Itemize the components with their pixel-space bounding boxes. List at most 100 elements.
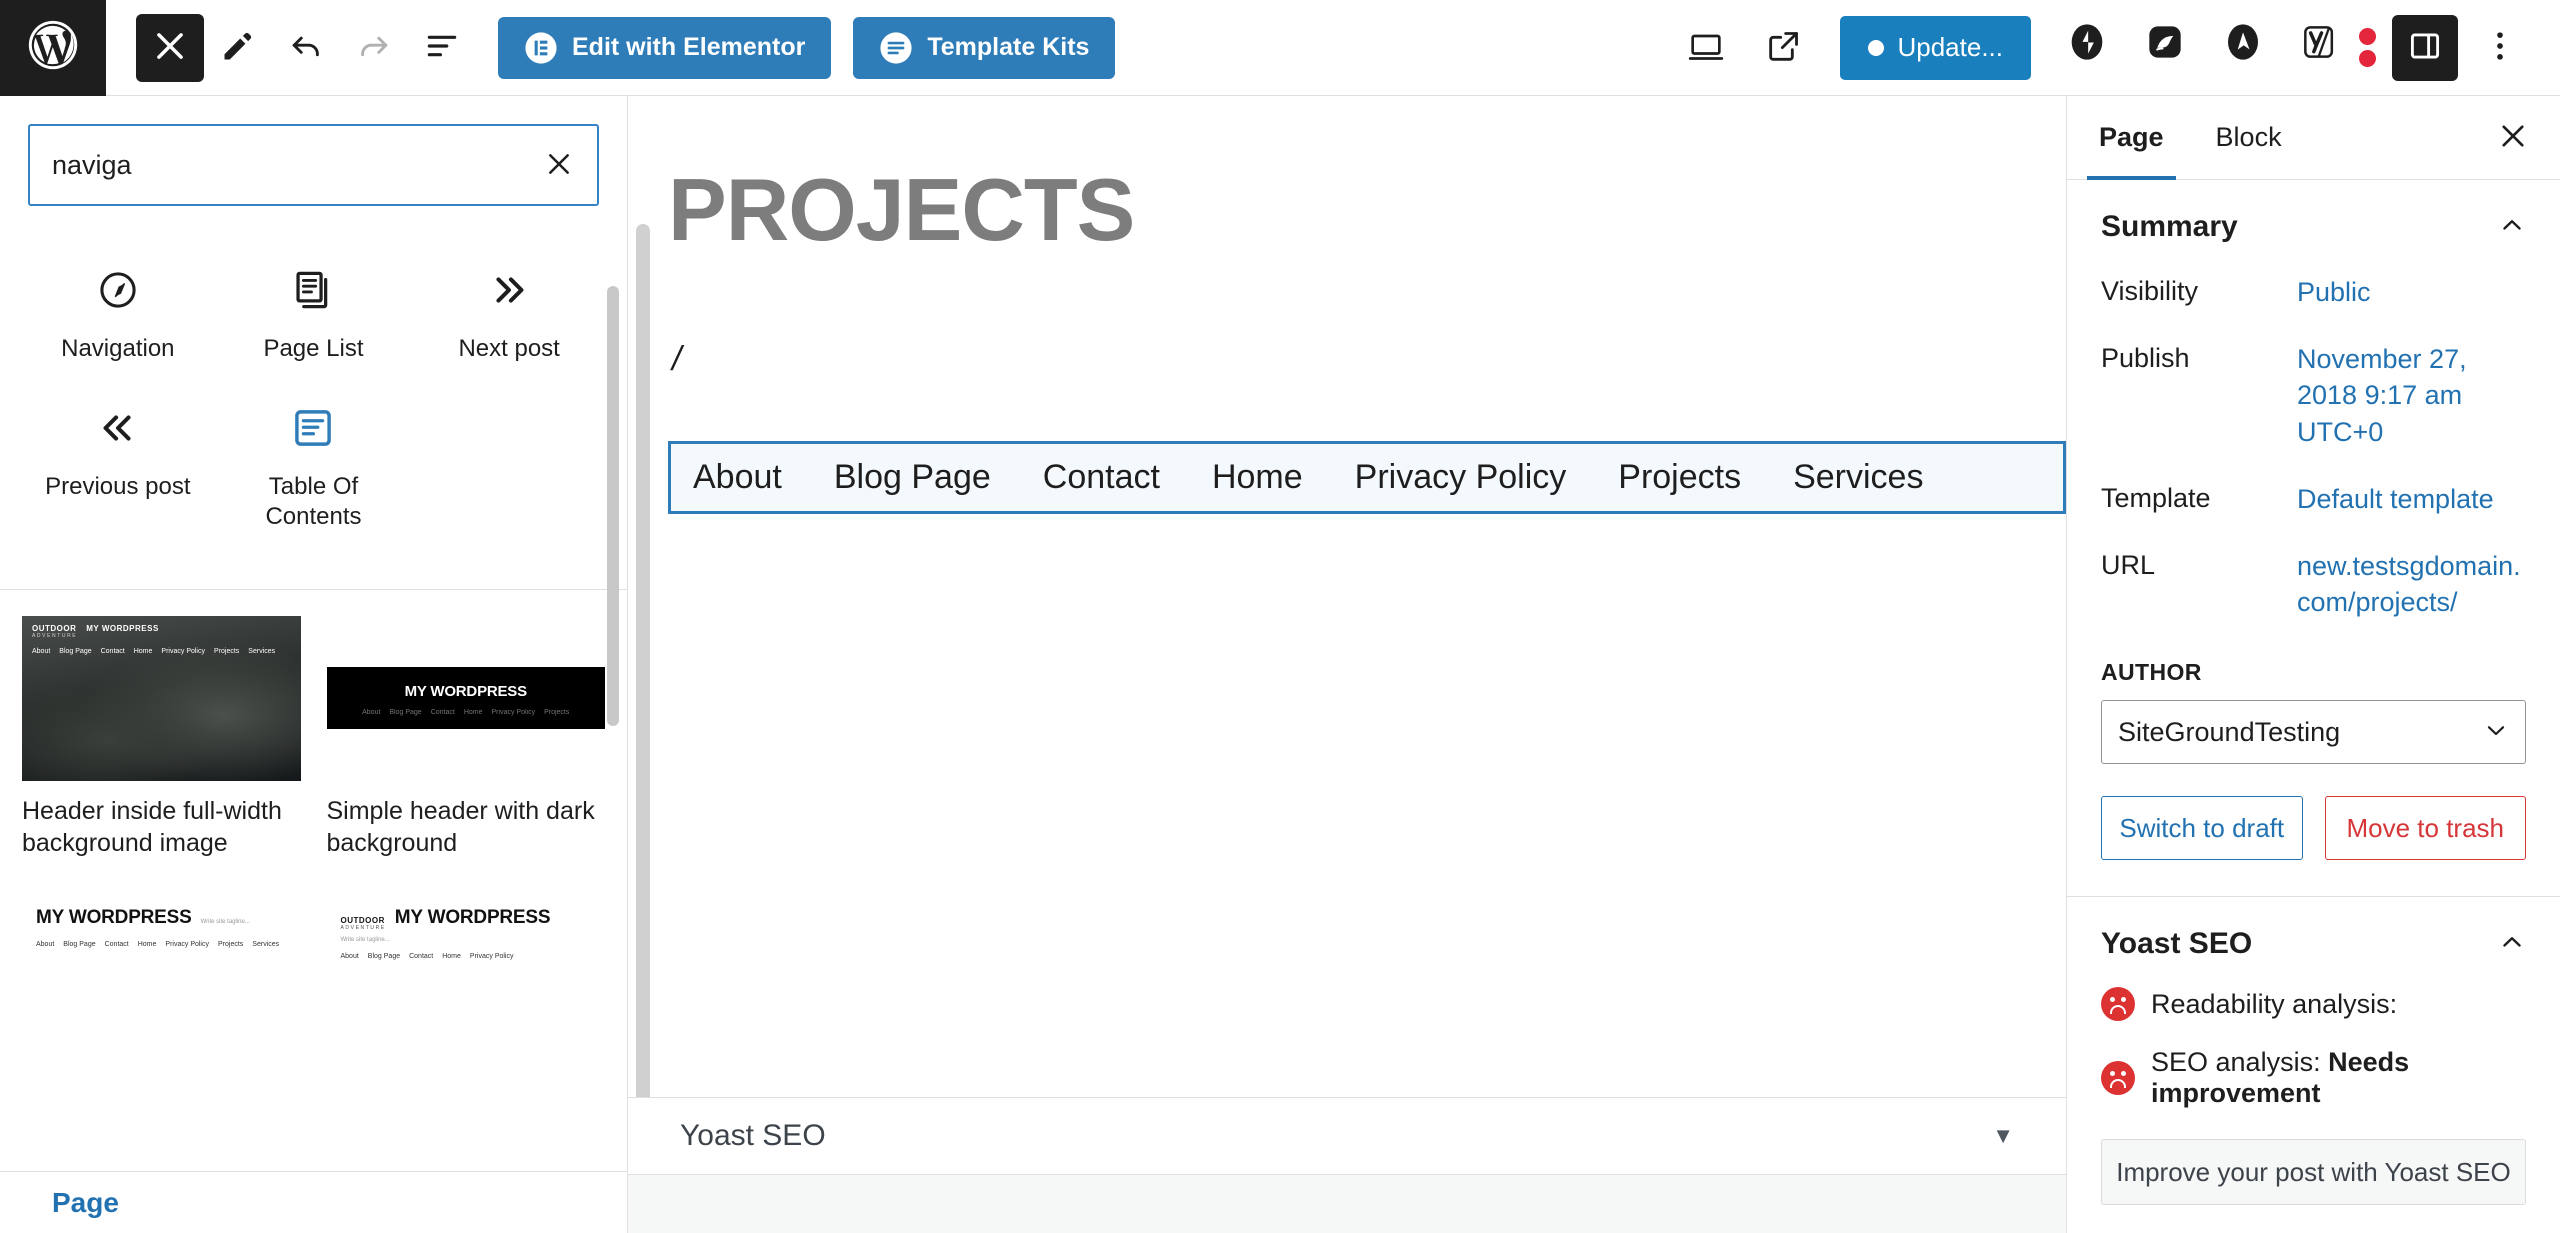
author-field-label: AUTHOR bbox=[2101, 659, 2202, 686]
undo-button[interactable] bbox=[272, 14, 340, 82]
pattern-preview-kicker-sub: ADVENTURE bbox=[32, 632, 78, 639]
summary-value-template[interactable]: Default template bbox=[2297, 481, 2494, 518]
update-button[interactable]: Update... bbox=[1840, 15, 2031, 80]
pattern-nav-item: Blog Page bbox=[63, 940, 96, 948]
summary-value-url[interactable]: new.testsgdomain.com/projects/ bbox=[2297, 548, 2526, 621]
move-to-trash-button[interactable]: Move to trash bbox=[2324, 796, 2526, 861]
settings-sidebar: Page Block Summary Visibility Public Pub… bbox=[2066, 96, 2560, 1233]
inserter-search-area bbox=[0, 96, 627, 206]
block-item-page-list[interactable]: Page List bbox=[216, 244, 412, 382]
nav-link-home[interactable]: Home bbox=[1212, 458, 1303, 497]
tab-page[interactable]: Page bbox=[2073, 96, 2190, 180]
pattern-nav-item: Contact bbox=[409, 952, 434, 960]
template-kits-label: Template Kits bbox=[927, 33, 1090, 61]
yoast-indicator[interactable] bbox=[2285, 12, 2376, 84]
pattern-preview-nav: About Blog Page Contact Home Privacy Pol… bbox=[341, 709, 592, 716]
yoast-status-dot-seo bbox=[2359, 50, 2376, 67]
pattern-item[interactable]: MY WORDPRESS Write site tagline... About… bbox=[22, 876, 301, 1056]
nav-link-privacy-policy[interactable]: Privacy Policy bbox=[1355, 458, 1567, 497]
breadcrumb-page[interactable]: Page bbox=[52, 1187, 119, 1219]
tab-block[interactable]: Block bbox=[2190, 96, 2308, 180]
pattern-nav-item: About bbox=[36, 940, 55, 948]
preview-device-button[interactable] bbox=[1670, 12, 1742, 84]
yoast-button[interactable] bbox=[2285, 12, 2357, 84]
block-item-navigation[interactable]: Navigation bbox=[20, 244, 216, 382]
summary-row-publish: Publish November 27, 2018 9:17 am UTC+0 bbox=[2101, 341, 2526, 451]
list-view-button[interactable] bbox=[408, 14, 476, 82]
pencil-icon bbox=[219, 27, 257, 68]
pattern-item[interactable]: OUTDOOR ADVENTURE MY WORDPRESS Write sit… bbox=[326, 876, 605, 1056]
unsaved-changes-dot-icon bbox=[1868, 39, 1885, 56]
edit-with-elementor-button[interactable]: Edit with Elementor bbox=[498, 16, 832, 79]
chevron-down-icon[interactable]: ▼ bbox=[1992, 1123, 2014, 1149]
selected-navigation-block[interactable]: About Blog Page Contact Home Privacy Pol… bbox=[668, 441, 2066, 514]
summary-value-publish[interactable]: November 27, 2018 9:17 am UTC+0 bbox=[2297, 341, 2526, 451]
improve-post-yoast-button[interactable]: Improve your post with Yoast SEO bbox=[2101, 1139, 2526, 1206]
chevron-up-icon[interactable] bbox=[2498, 211, 2526, 244]
view-site-button[interactable] bbox=[1748, 12, 1820, 84]
pattern-nav-item: Home bbox=[442, 952, 461, 960]
edit-with-elementor-label: Edit with Elementor bbox=[572, 33, 806, 61]
clear-search-button[interactable] bbox=[527, 133, 591, 197]
search-input[interactable] bbox=[30, 149, 527, 181]
pattern-results: OUTDOOR ADVENTURE MY WORDPRESS About Blo… bbox=[0, 590, 627, 1056]
pattern-preview-black-bar: MY WORDPRESS About Blog Page Contact Hom… bbox=[326, 615, 605, 781]
close-settings-button[interactable] bbox=[2480, 105, 2546, 171]
pattern-preview-tagline: Write site tagline... bbox=[200, 918, 250, 925]
summary-panel-header[interactable]: Summary bbox=[2101, 210, 2526, 244]
seo-analysis-label: SEO analysis: bbox=[2151, 1047, 2321, 1078]
yoast-seo-metabox-bar[interactable]: Yoast SEO ▼ bbox=[628, 1097, 2066, 1175]
pattern-caption: Header inside full-width background imag… bbox=[22, 796, 282, 857]
readability-analysis-label: Readability analysis: bbox=[2151, 988, 2398, 1019]
edit-tool-button[interactable] bbox=[204, 14, 272, 82]
more-options-button[interactable] bbox=[2464, 12, 2536, 84]
pattern-item[interactable]: MY WORDPRESS About Blog Page Contact Hom… bbox=[326, 615, 605, 859]
block-item-previous-post[interactable]: Previous post bbox=[20, 382, 216, 550]
astra-button[interactable] bbox=[2207, 12, 2279, 84]
nav-link-projects[interactable]: Projects bbox=[1618, 458, 1741, 497]
redo-button[interactable] bbox=[340, 14, 408, 82]
pattern-preview-brandrow: OUTDOOR ADVENTURE MY WORDPRESS bbox=[32, 624, 291, 640]
page-list-icon bbox=[290, 262, 336, 318]
tab-block-label: Block bbox=[2215, 122, 2282, 152]
block-item-table-of-contents[interactable]: Table Of Contents bbox=[216, 382, 412, 550]
inserter-scrollbar[interactable] bbox=[607, 286, 619, 756]
nav-link-about[interactable]: About bbox=[693, 458, 782, 497]
jetpack-icon bbox=[2061, 22, 2113, 74]
canvas-content: PROJECTS / About Blog Page Contact Home … bbox=[628, 96, 2066, 1097]
yoast-seo-panel-header[interactable]: Yoast SEO bbox=[2101, 927, 2526, 961]
summary-panel: Summary Visibility Public Publish Novemb… bbox=[2067, 180, 2560, 898]
pattern-preview-dark-photo: OUTDOOR ADVENTURE MY WORDPRESS About Blo… bbox=[22, 615, 301, 781]
close-inserter-button[interactable] bbox=[136, 13, 204, 82]
block-item-next-post[interactable]: Next post bbox=[411, 244, 607, 382]
astra-icon bbox=[2217, 22, 2269, 74]
pattern-preview-brandrow: OUTDOOR ADVENTURE MY WORDPRESS bbox=[341, 907, 592, 932]
pattern-item[interactable]: OUTDOOR ADVENTURE MY WORDPRESS About Blo… bbox=[22, 615, 301, 859]
settings-sidebar-toggle-button[interactable] bbox=[2392, 14, 2458, 81]
nav-link-blog-page[interactable]: Blog Page bbox=[834, 458, 991, 497]
summary-value-visibility[interactable]: Public bbox=[2297, 274, 2371, 311]
plugin-green-button[interactable] bbox=[2129, 12, 2201, 84]
navigation-compass-icon bbox=[95, 262, 141, 318]
pattern-nav-item: Privacy Policy bbox=[161, 647, 205, 655]
jetpack-button[interactable] bbox=[2051, 12, 2123, 84]
search-box[interactable] bbox=[28, 124, 599, 206]
plugin-icon bbox=[2139, 22, 2191, 74]
readability-analysis-row: Readability analysis: bbox=[2101, 987, 2526, 1022]
page-title[interactable]: PROJECTS bbox=[668, 166, 2066, 254]
slash-command-prompt[interactable]: / bbox=[668, 340, 2066, 379]
inserter-scrollbar-thumb[interactable] bbox=[607, 286, 619, 726]
block-item-label: Table Of Contents bbox=[265, 473, 362, 531]
nav-link-services[interactable]: Services bbox=[1793, 458, 1923, 497]
elementor-icon bbox=[524, 31, 558, 65]
switch-to-draft-button[interactable]: Switch to draft bbox=[2101, 796, 2303, 861]
switch-to-draft-label: Switch to draft bbox=[2119, 812, 2285, 843]
author-select[interactable]: SiteGroundTesting bbox=[2101, 700, 2526, 765]
yoast-seo-metabox-label: Yoast SEO bbox=[680, 1119, 826, 1152]
template-kits-button[interactable]: Template Kits bbox=[853, 16, 1116, 79]
pattern-nav-item: About bbox=[32, 647, 51, 655]
nav-link-contact[interactable]: Contact bbox=[1043, 458, 1160, 497]
chevron-up-icon[interactable] bbox=[2498, 928, 2526, 961]
wordpress-logo-button[interactable] bbox=[0, 0, 106, 96]
yoast-status-dots bbox=[2359, 28, 2376, 67]
